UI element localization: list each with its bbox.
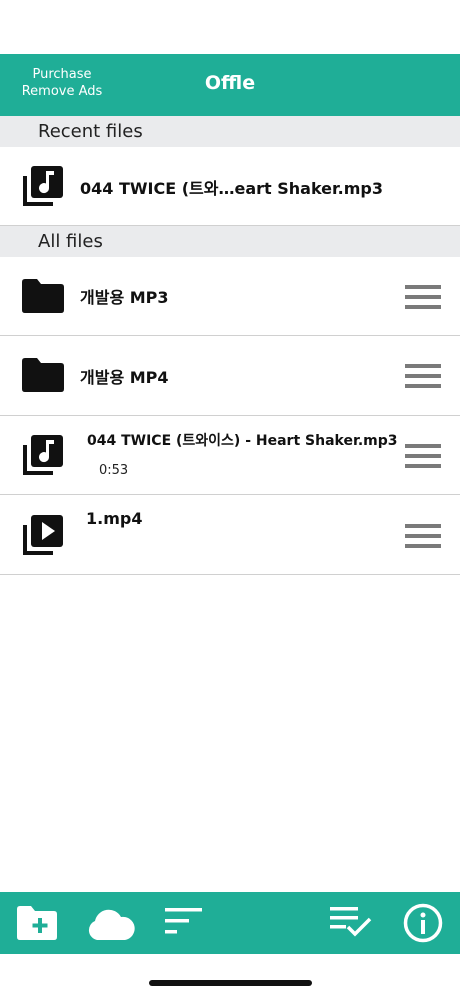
sort-icon[interactable] bbox=[165, 908, 203, 936]
home-indicator bbox=[149, 980, 312, 986]
music-library-icon bbox=[23, 166, 63, 206]
file-name: 044 TWICE (트와이스) - Heart Shaker.mp3 bbox=[87, 433, 398, 449]
new-folder-icon[interactable] bbox=[17, 906, 57, 940]
folder-name: 개발용 MP4 bbox=[80, 368, 169, 387]
info-icon[interactable] bbox=[403, 903, 443, 943]
app-title: Offle bbox=[204, 72, 256, 94]
menu-icon[interactable] bbox=[405, 285, 441, 309]
top-bar: Purchase Remove Ads Offle bbox=[0, 54, 460, 116]
video-file-row[interactable]: 1.mp4 bbox=[0, 495, 460, 575]
folder-row[interactable]: 개발용 MP4 bbox=[0, 336, 460, 416]
bottom-toolbar bbox=[0, 892, 460, 954]
recent-file-row[interactable]: 044 TWICE (트와…eart Shaker.mp3 bbox=[0, 147, 460, 226]
music-library-icon bbox=[23, 435, 63, 475]
file-name: 1.mp4 bbox=[86, 509, 143, 528]
folder-name: 개발용 MP3 bbox=[80, 288, 169, 307]
select-list-icon[interactable] bbox=[330, 907, 372, 939]
folder-icon bbox=[22, 358, 64, 392]
all-files-header: All files bbox=[0, 226, 460, 257]
folder-icon bbox=[22, 279, 64, 313]
file-name: 044 TWICE (트와…eart Shaker.mp3 bbox=[80, 179, 383, 198]
file-duration: 0:53 bbox=[99, 463, 129, 478]
folder-row[interactable]: 개발용 MP3 bbox=[0, 257, 460, 336]
menu-icon[interactable] bbox=[405, 524, 441, 548]
menu-icon[interactable] bbox=[405, 364, 441, 388]
recent-files-header: Recent files bbox=[0, 116, 460, 147]
video-library-icon bbox=[23, 515, 63, 555]
menu-icon[interactable] bbox=[405, 444, 441, 468]
cloud-icon[interactable] bbox=[86, 907, 136, 941]
audio-file-row[interactable]: 044 TWICE (트와이스) - Heart Shaker.mp3 0:53 bbox=[0, 416, 460, 495]
